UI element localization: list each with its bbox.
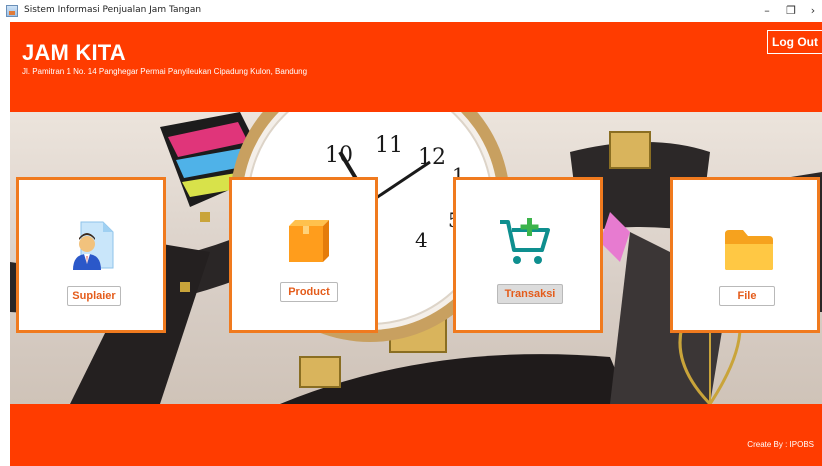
maximize-button[interactable]: ❐ <box>782 3 800 19</box>
footer-credit: Create By : IPOBS <box>747 440 814 449</box>
close-button[interactable]: › <box>804 3 822 19</box>
header-panel: JAM KITA Jl. Pamitran 1 No. 14 Panghegar… <box>10 22 822 112</box>
card-file: File <box>670 177 820 333</box>
supplier-icon <box>73 221 114 270</box>
store-address: Jl. Pamitran 1 No. 14 Panghegar Permai P… <box>22 67 308 76</box>
suplaier-button[interactable]: Suplaier <box>67 286 121 306</box>
card-transaksi: Transaksi <box>453 177 603 333</box>
java-app-icon <box>6 5 18 17</box>
watch-numeral-11: 11 <box>375 133 403 158</box>
watch-numeral-10: 10 <box>325 143 353 168</box>
footer-panel: Create By : IPOBS <box>10 404 822 466</box>
transaksi-button[interactable]: Transaksi <box>497 284 563 304</box>
app-title: JAM KITA <box>22 40 126 65</box>
watch-numeral-12: 12 <box>418 145 446 170</box>
folder-icon <box>725 230 773 270</box>
watch-numeral-4: 4 <box>415 228 428 252</box>
logout-button[interactable]: Log Out <box>767 30 822 54</box>
cart-add-icon <box>500 218 550 264</box>
minimize-button[interactable]: – <box>758 3 776 19</box>
product-button[interactable]: Product <box>280 282 338 302</box>
window-titlebar: Sistem Informasi Penjualan Jam Tangan – … <box>0 0 822 22</box>
card-product: Product <box>229 177 378 333</box>
file-button[interactable]: File <box>719 286 775 306</box>
window-title: Sistem Informasi Penjualan Jam Tangan <box>24 5 202 15</box>
box-icon <box>289 220 329 262</box>
card-suplaier: Suplaier <box>16 177 166 333</box>
